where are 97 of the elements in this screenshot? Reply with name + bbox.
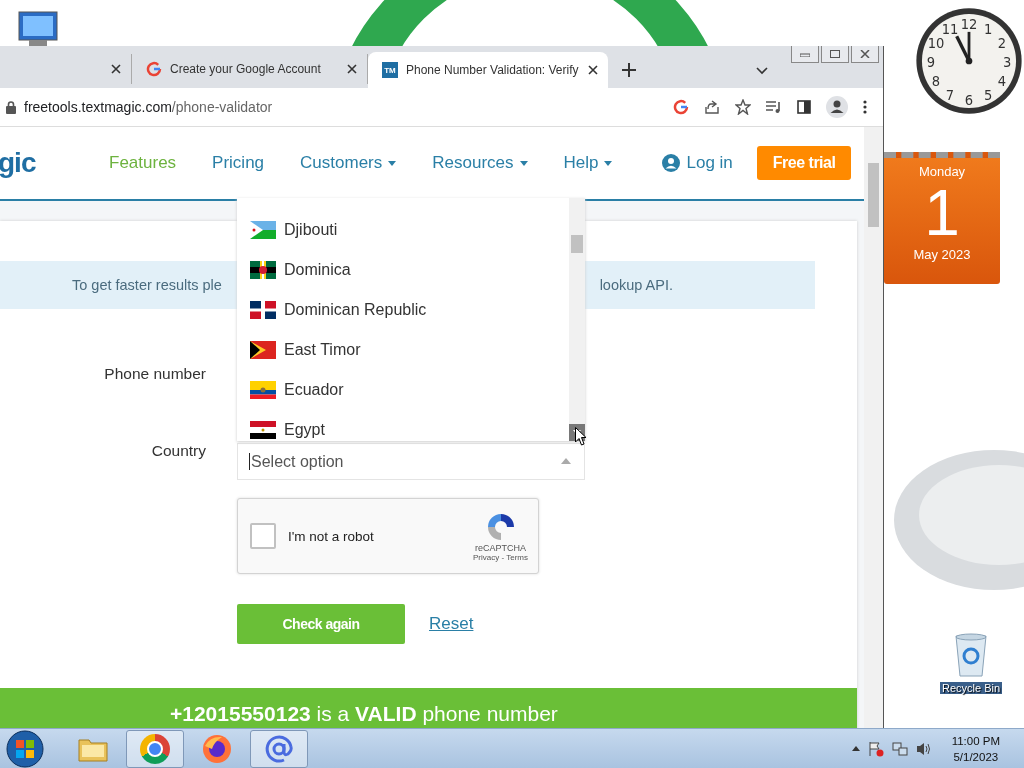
calendar-weekday: Monday	[918, 164, 966, 179]
computer-icon[interactable]	[15, 10, 61, 48]
close-icon[interactable]	[347, 64, 357, 74]
mouse-pointer-icon	[575, 427, 587, 446]
clock-number: 8	[931, 71, 941, 89]
site-favicon: TM	[382, 62, 398, 78]
close-icon[interactable]	[588, 65, 598, 75]
recycle-bin-icon[interactable]	[953, 632, 990, 678]
tab-title: Phone Number Validation: Verify	[406, 63, 580, 77]
clock-number: 4	[997, 71, 1007, 89]
caret-icon	[519, 160, 528, 166]
scroll-thumb[interactable]	[571, 235, 583, 253]
maximize-button[interactable]	[821, 46, 849, 63]
flag-alert-icon[interactable]	[867, 740, 884, 757]
reset-link[interactable]: Reset	[429, 614, 474, 634]
page-scrollbar[interactable]	[864, 127, 883, 728]
nav-link[interactable]: Pricing	[212, 153, 265, 173]
browser-icon	[140, 733, 170, 764]
clock-number: 7	[945, 85, 955, 103]
calendar-day: 1	[924, 179, 960, 247]
star-icon[interactable]	[735, 99, 751, 115]
profile-icon[interactable]	[826, 96, 848, 118]
country-option[interactable]: East Timor	[237, 330, 569, 370]
google-g-icon	[146, 61, 162, 77]
show-hidden-icons-icon[interactable]	[851, 746, 860, 751]
clock-number: 3	[1002, 52, 1012, 70]
flag-icon	[250, 301, 276, 319]
at-sign-icon	[264, 733, 294, 764]
login-link[interactable]: Log in	[662, 153, 733, 173]
country-option[interactable]: Egypt	[237, 410, 569, 441]
network-icon[interactable]	[891, 740, 908, 757]
scroll-thumb[interactable]	[868, 163, 879, 227]
close-icon	[860, 50, 870, 58]
banner-text: To get faster results ple	[72, 277, 222, 293]
chevron-down-icon[interactable]	[756, 67, 768, 75]
volume-icon[interactable]	[915, 740, 932, 757]
site-logo[interactable]: gic	[0, 147, 109, 179]
nav-link[interactable]: Resources	[432, 153, 528, 173]
side-panel-icon[interactable]	[797, 100, 811, 114]
flag-icon	[250, 381, 276, 399]
clock-number: 9	[926, 52, 936, 70]
nav-link[interactable]: Help	[563, 153, 613, 173]
close-button[interactable]	[851, 46, 879, 63]
start-orb-icon[interactable]	[6, 729, 44, 768]
minimize-icon	[800, 51, 810, 57]
dropdown-scrollbar[interactable]	[569, 198, 585, 441]
browser-tab[interactable]: TM Phone Number Validation: Verify	[368, 52, 608, 88]
user-icon	[662, 154, 681, 172]
country-option[interactable]: Djibouti	[237, 210, 569, 250]
recaptcha-brand: reCAPTCHA	[475, 542, 526, 553]
clock-hands-icon	[955, 31, 973, 65]
link-separator: -	[501, 552, 505, 562]
country-option[interactable]: Dominican Republic	[237, 290, 569, 330]
recycle-bin-label: Recycle Bin	[940, 682, 1003, 694]
checkbox[interactable]	[250, 523, 276, 549]
clock-number: 12	[960, 14, 978, 32]
tab-title: Create your Google Account	[170, 62, 322, 76]
caret-icon	[388, 160, 397, 166]
address-url[interactable]: freetools.textmagic.com/phone-validator	[24, 99, 665, 115]
clock-number: 6	[964, 90, 974, 108]
taskbar-app-button[interactable]	[126, 729, 184, 768]
caret-icon	[604, 160, 613, 166]
browser-icon	[202, 733, 232, 764]
country-option[interactable]: Ecuador	[237, 370, 569, 410]
minimize-button[interactable]	[791, 46, 819, 63]
clock-number: 1	[983, 19, 993, 37]
new-tab-icon[interactable]	[622, 63, 636, 77]
maximize-icon	[830, 50, 840, 58]
close-icon[interactable]	[111, 64, 121, 74]
clock-number: 2	[997, 33, 1007, 51]
flag-icon	[250, 421, 276, 439]
privacy-link[interactable]: Privacy	[473, 552, 500, 562]
text-cursor	[249, 453, 250, 470]
captcha-label: I'm not a robot	[288, 528, 375, 544]
field-label: Phone number	[103, 365, 206, 383]
nav-link[interactable]: Customers	[300, 153, 397, 173]
banner-text: lookup API.	[599, 277, 673, 293]
flag-icon	[250, 221, 276, 239]
field-label: Country	[150, 441, 206, 460]
taskbar-app-button[interactable]	[250, 729, 308, 768]
lock-icon[interactable]	[6, 100, 16, 114]
more-menu-icon[interactable]	[863, 100, 867, 114]
clock-face-drawing[interactable]	[916, 8, 1022, 114]
country-option[interactable]: Dominica	[237, 250, 569, 290]
media-list-icon[interactable]	[766, 100, 782, 114]
share-icon[interactable]	[704, 99, 720, 115]
calendar-gadget[interactable]: Monday 1 May 2023	[884, 152, 1000, 284]
terms-link[interactable]: Terms	[506, 552, 528, 562]
flag-icon	[250, 261, 276, 279]
result-text: +12015550123 is a VALID phone number	[170, 702, 558, 725]
google-g-icon[interactable]	[673, 99, 689, 115]
clock-time[interactable]: 11:00 PM	[951, 732, 1000, 749]
clock-number: 5	[983, 85, 993, 103]
clock-date[interactable]: 5/1/2023	[953, 748, 999, 765]
country-select[interactable]: Select option	[237, 443, 585, 480]
flag-icon	[250, 341, 276, 359]
calendar-month-year: May 2023	[913, 247, 971, 262]
